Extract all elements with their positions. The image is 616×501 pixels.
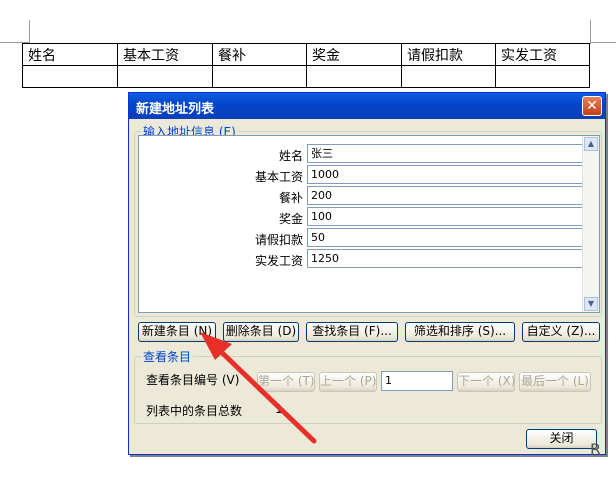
annotation-arrow (200, 332, 317, 444)
